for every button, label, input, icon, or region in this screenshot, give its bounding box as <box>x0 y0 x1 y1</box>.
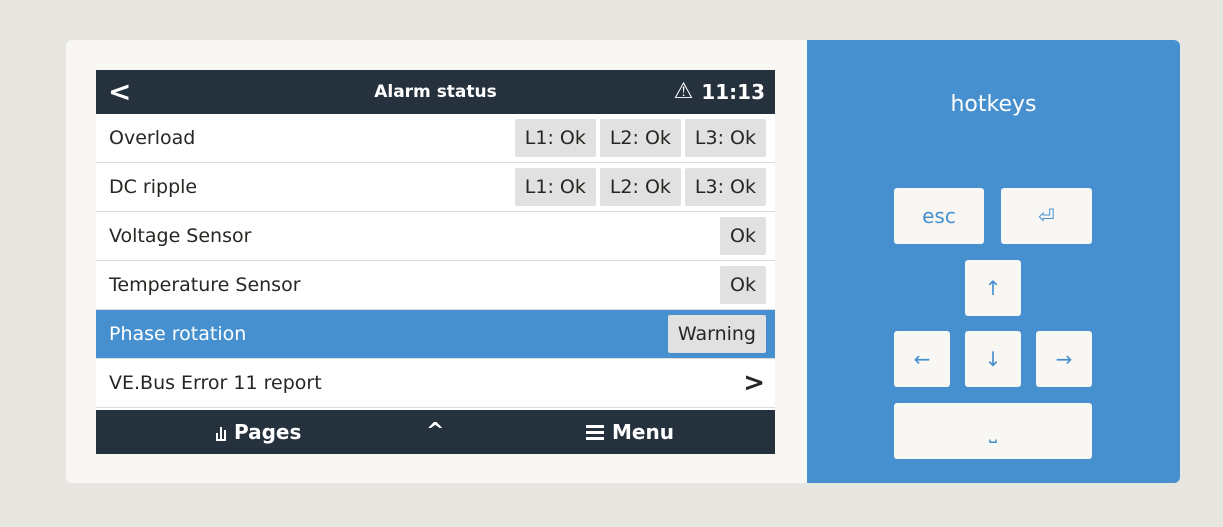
gx-screen: < Alarm status ⚠ 11:13 Overload L1: Ok L… <box>96 70 775 454</box>
status-badge-l1: L1: Ok <box>514 119 596 157</box>
status-badge-warning: Warning <box>667 315 766 353</box>
list-item-label: VE.Bus Error 11 report <box>109 372 322 394</box>
status-badge: Ok <box>720 266 766 304</box>
chevron-up-icon[interactable]: ^ <box>426 410 444 454</box>
list-item-label: Phase rotation <box>109 323 247 345</box>
status-badge-l1: L1: Ok <box>514 168 596 206</box>
hotkeys-title: hotkeys <box>950 92 1037 117</box>
hotkeys-panel: hotkeys esc ⏎ ↑ ← ↓ → ⎵ <box>807 40 1180 483</box>
status-badge-l2: L2: Ok <box>599 168 681 206</box>
arrow-right-key-icon[interactable]: → <box>1036 331 1092 387</box>
list-item-label: Overload <box>109 127 196 149</box>
arrow-up-key-icon[interactable]: ↑ <box>965 260 1021 316</box>
list-item-label: Temperature Sensor <box>109 274 301 296</box>
status-area: ⚠ 11:13 <box>674 70 765 114</box>
menu-label: Menu <box>612 420 674 444</box>
clock: 11:13 <box>701 80 765 104</box>
bar-chart-icon <box>216 423 226 441</box>
list-item-vebus-error-report[interactable]: VE.Bus Error 11 report > <box>96 359 775 408</box>
chevron-right-icon: > <box>743 368 765 398</box>
list-item-temperature-sensor[interactable]: Temperature Sensor Ok <box>96 261 775 310</box>
menu-button[interactable]: Menu <box>586 410 674 454</box>
list-item-label: Voltage Sensor <box>109 225 252 247</box>
list-item-dc-ripple[interactable]: DC ripple L1: Ok L2: Ok L3: Ok <box>96 163 775 212</box>
pages-button[interactable]: Pages <box>216 410 301 454</box>
arrow-down-key-icon[interactable]: ↓ <box>965 331 1021 387</box>
space-key-icon[interactable]: ⎵ <box>894 403 1092 459</box>
list-item-label: DC ripple <box>109 176 198 198</box>
list-item-phase-rotation[interactable]: Phase rotation Warning <box>96 310 775 359</box>
hamburger-icon <box>586 424 604 440</box>
arrow-left-key-icon[interactable]: ← <box>894 331 950 387</box>
warning-icon: ⚠ <box>673 79 694 104</box>
esc-key[interactable]: esc <box>894 188 984 244</box>
enter-key-icon[interactable]: ⏎ <box>1001 188 1092 244</box>
pages-label: Pages <box>234 420 302 444</box>
status-badge: Ok <box>720 217 766 255</box>
list-item-overload[interactable]: Overload L1: Ok L2: Ok L3: Ok <box>96 114 775 163</box>
top-bar: < Alarm status ⚠ 11:13 <box>96 70 775 114</box>
alarm-list: Overload L1: Ok L2: Ok L3: Ok DC ripple … <box>96 114 775 408</box>
status-badge-l3: L3: Ok <box>684 168 766 206</box>
bottom-bar: Pages ^ Menu <box>96 410 775 454</box>
list-item-voltage-sensor[interactable]: Voltage Sensor Ok <box>96 212 775 261</box>
status-badge-l2: L2: Ok <box>599 119 681 157</box>
device-frame: < Alarm status ⚠ 11:13 Overload L1: Ok L… <box>66 40 1180 483</box>
status-badge-l3: L3: Ok <box>684 119 766 157</box>
